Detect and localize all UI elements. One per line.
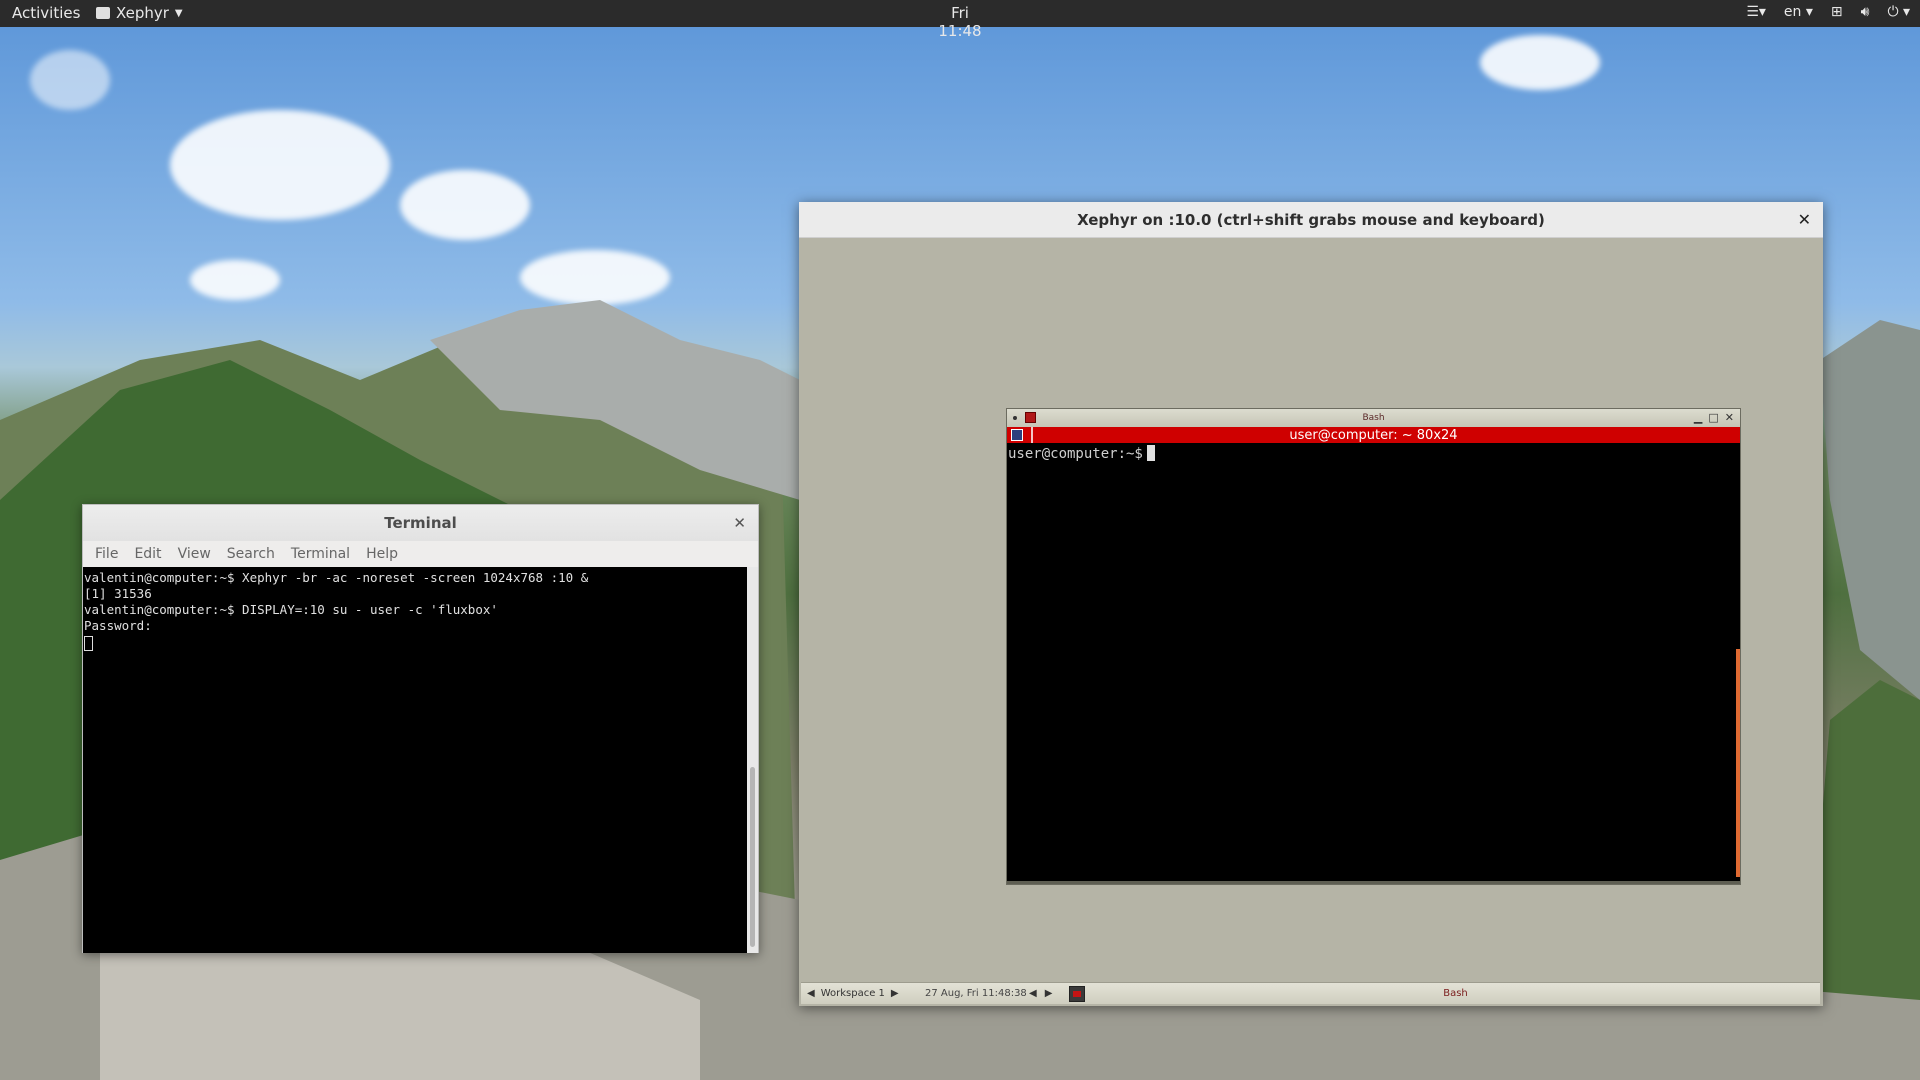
next-window-icon[interactable]: ▶ bbox=[1045, 988, 1053, 999]
minimize-icon[interactable]: ▁ bbox=[1694, 411, 1702, 424]
system-tray[interactable]: ☰▾ en ▾ ⊞ 🔊︎ ⏻ ▾ bbox=[1746, 4, 1910, 20]
fluxbox-toolbar: ◀ Workspace 1 ▶ 27 Aug, Fri 11:48:38 ◀ ▶… bbox=[801, 982, 1820, 1004]
menu-bar: File Edit View Search Terminal Help bbox=[83, 541, 758, 567]
app-name: Xephyr bbox=[116, 4, 169, 22]
titlebar-left-buttons bbox=[1013, 412, 1036, 423]
cloud bbox=[30, 50, 110, 110]
shell-prompt: user@computer:~$ bbox=[1008, 446, 1143, 462]
terminal-line: [1] 31536 bbox=[84, 586, 152, 601]
terminal-line: valentin@computer:~$ Xephyr -br -ac -nor… bbox=[84, 570, 589, 585]
menu-terminal[interactable]: Terminal bbox=[285, 546, 356, 562]
fluxbox-window-title: Bash bbox=[1362, 413, 1385, 423]
menu-edit[interactable]: Edit bbox=[128, 546, 167, 562]
menu-help[interactable]: Help bbox=[360, 546, 404, 562]
window-title: Terminal bbox=[384, 514, 457, 532]
menu-file[interactable]: File bbox=[89, 546, 124, 562]
fluxbox-terminal-window[interactable]: Bash ▁ □ ✕ user@computer: ~ 80x24 user@c… bbox=[1006, 408, 1741, 885]
terminal-output[interactable]: user@computer:~$ bbox=[1007, 443, 1738, 874]
prev-window-icon[interactable]: ◀ bbox=[1029, 988, 1037, 999]
close-icon[interactable]: ✕ bbox=[733, 514, 746, 532]
app-menu[interactable]: Xephyr ▼ bbox=[96, 4, 183, 22]
terminal-tab-title: user@computer: ~ 80x24 bbox=[1289, 427, 1458, 443]
window-titlebar[interactable]: Xephyr on :10.0 (ctrl+shift grabs mouse … bbox=[799, 202, 1823, 238]
toolbar-clock: 27 Aug, Fri 11:48:38 bbox=[925, 988, 1027, 999]
activities-button[interactable]: Activities bbox=[12, 4, 80, 22]
terminal-window[interactable]: Terminal ✕ File Edit View Search Termina… bbox=[82, 504, 759, 953]
volume-icon[interactable]: 🔊︎ bbox=[1861, 4, 1870, 20]
stick-icon[interactable] bbox=[1013, 415, 1017, 420]
clock[interactable]: Fri 11:48 bbox=[930, 4, 990, 40]
close-icon[interactable]: ✕ bbox=[1798, 210, 1811, 229]
power-icon[interactable]: ⏻ ▾ bbox=[1887, 4, 1910, 20]
close-icon[interactable]: ✕ bbox=[1725, 411, 1734, 424]
window-switcher: ◀ ▶ bbox=[1029, 988, 1069, 999]
workspace-switcher: ◀ Workspace 1 ▶ bbox=[801, 988, 919, 999]
prev-workspace-icon[interactable]: ◀ bbox=[807, 988, 815, 999]
terminal-icon[interactable] bbox=[1069, 985, 1085, 1002]
scrollbar[interactable] bbox=[1736, 649, 1740, 877]
terminal-line: valentin@computer:~$ DISPLAY=:10 su - us… bbox=[84, 602, 498, 617]
terminal-output[interactable]: valentin@computer:~$ Xephyr -br -ac -nor… bbox=[83, 567, 749, 953]
window-titlebar[interactable]: Terminal ✕ bbox=[83, 505, 758, 541]
scrollbar-thumb[interactable] bbox=[750, 767, 755, 947]
terminal-line: Password: bbox=[84, 618, 152, 633]
maximize-icon[interactable]: □ bbox=[1708, 411, 1718, 424]
network-icon[interactable]: ⊞ bbox=[1831, 4, 1843, 20]
window-title: Xephyr on :10.0 (ctrl+shift grabs mouse … bbox=[1077, 210, 1545, 229]
cloud bbox=[170, 110, 390, 220]
xephyr-window[interactable]: Xephyr on :10.0 (ctrl+shift grabs mouse … bbox=[799, 202, 1823, 1006]
menu-search[interactable]: Search bbox=[221, 546, 281, 562]
text-cursor bbox=[1146, 445, 1155, 461]
next-workspace-icon[interactable]: ▶ bbox=[891, 988, 899, 999]
scrollbar[interactable] bbox=[747, 567, 758, 953]
terminal-menu-icon[interactable] bbox=[1011, 429, 1023, 441]
window-border bbox=[1007, 881, 1740, 884]
text-cursor bbox=[84, 636, 93, 651]
menu-icon[interactable]: ☰▾ bbox=[1746, 4, 1766, 20]
workspace-name[interactable]: Workspace 1 bbox=[821, 988, 885, 999]
divider bbox=[1031, 427, 1033, 443]
terminal-tab-bar[interactable]: user@computer: ~ 80x24 bbox=[1007, 427, 1740, 443]
menu-view[interactable]: View bbox=[172, 546, 217, 562]
cloud bbox=[190, 260, 280, 300]
window-icon bbox=[96, 7, 110, 19]
cloud bbox=[1480, 35, 1600, 90]
app-icon bbox=[1025, 412, 1036, 423]
top-bar: Activities Xephyr ▼ Fri 11:48 ☰▾ en ▾ ⊞ … bbox=[0, 0, 1920, 40]
cloud bbox=[400, 170, 530, 240]
titlebar-right-buttons: ▁ □ ✕ bbox=[1694, 411, 1734, 424]
taskbar-item[interactable]: Bash bbox=[1091, 988, 1820, 999]
chevron-down-icon: ▼ bbox=[174, 7, 183, 19]
cloud bbox=[520, 250, 670, 305]
fluxbox-titlebar[interactable]: Bash ▁ □ ✕ bbox=[1007, 409, 1740, 427]
language-indicator[interactable]: en ▾ bbox=[1784, 4, 1813, 20]
